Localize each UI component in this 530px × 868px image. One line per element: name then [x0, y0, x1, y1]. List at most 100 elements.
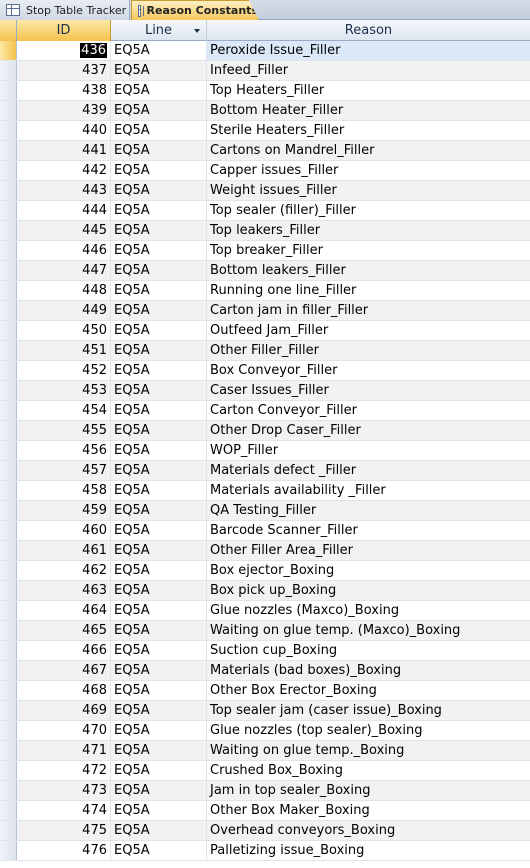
cell-id[interactable]: 441 [17, 141, 111, 160]
row-selector[interactable] [0, 661, 17, 680]
cell-reason[interactable]: QA Testing_Filler [207, 501, 530, 520]
cell-line[interactable]: EQ5A [111, 441, 207, 460]
table-row[interactable]: 453 EQ5A Caser Issues_Filler [0, 381, 530, 401]
cell-line[interactable]: EQ5A [111, 161, 207, 180]
cell-id[interactable]: 460 [17, 521, 111, 540]
row-selector[interactable] [0, 321, 17, 340]
cell-line[interactable]: EQ5A [111, 141, 207, 160]
cell-line[interactable]: EQ5A [111, 681, 207, 700]
cell-id[interactable]: 444 [17, 201, 111, 220]
cell-reason[interactable]: WOP_Filler [207, 441, 530, 460]
cell-id[interactable]: 443 [17, 181, 111, 200]
row-selector[interactable] [0, 161, 17, 180]
cell-reason[interactable]: Top sealer jam (caser issue)_Boxing [207, 701, 530, 720]
row-selector[interactable] [0, 701, 17, 720]
table-row[interactable]: 440 EQ5A Sterile Heaters_Filler [0, 121, 530, 141]
row-selector[interactable] [0, 621, 17, 640]
column-header-id[interactable]: ID [17, 20, 111, 41]
table-row[interactable]: 470 EQ5A Glue nozzles (top sealer)_Boxing [0, 721, 530, 741]
cell-line[interactable]: EQ5A [111, 41, 207, 60]
row-selector[interactable] [0, 541, 17, 560]
table-row[interactable]: 464 EQ5A Glue nozzles (Maxco)_Boxing [0, 601, 530, 621]
cell-id[interactable]: 451 [17, 341, 111, 360]
cell-id[interactable]: 438 [17, 81, 111, 100]
tab-stop-table-tracker[interactable]: Stop Table Tracker [0, 0, 130, 20]
row-selector[interactable] [0, 101, 17, 120]
row-selector[interactable] [0, 381, 17, 400]
column-header-reason[interactable]: Reason [207, 20, 530, 41]
cell-reason[interactable]: Glue nozzles (top sealer)_Boxing [207, 721, 530, 740]
table-row[interactable]: 466 EQ5A Suction cup_Boxing [0, 641, 530, 661]
cell-id[interactable]: 452 [17, 361, 111, 380]
cell-line[interactable]: EQ5A [111, 181, 207, 200]
cell-id[interactable]: 448 [17, 281, 111, 300]
row-selector[interactable] [0, 521, 17, 540]
cell-line[interactable]: EQ5A [111, 281, 207, 300]
table-row[interactable]: 465 EQ5A Waiting on glue temp. (Maxco)_Box… [0, 621, 530, 641]
row-selector[interactable] [0, 421, 17, 440]
cell-id[interactable]: 457 [17, 461, 111, 480]
table-row[interactable]: 476 EQ5A Palletizing issue_Boxing [0, 841, 530, 861]
cell-line[interactable]: EQ5A [111, 821, 207, 840]
cell-id[interactable]: 472 [17, 761, 111, 780]
row-selector[interactable] [0, 41, 17, 60]
cell-line[interactable]: EQ5A [111, 241, 207, 260]
cell-line[interactable]: EQ5A [111, 581, 207, 600]
cell-id[interactable]: 445 [17, 221, 111, 240]
cell-line[interactable]: EQ5A [111, 841, 207, 860]
table-row[interactable]: 449 EQ5A Carton jam in filler_Filler [0, 301, 530, 321]
table-row[interactable]: 463 EQ5A Box pick up_Boxing [0, 581, 530, 601]
table-row[interactable]: 460 EQ5A Barcode Scanner_Filler [0, 521, 530, 541]
cell-reason[interactable]: Waiting on glue temp._Boxing [207, 741, 530, 760]
cell-id[interactable]: 476 [17, 841, 111, 860]
cell-line[interactable]: EQ5A [111, 621, 207, 640]
cell-line[interactable]: EQ5A [111, 301, 207, 320]
cell-line[interactable]: EQ5A [111, 741, 207, 760]
cell-line[interactable]: EQ5A [111, 361, 207, 380]
cell-reason[interactable]: Box ejector_Boxing [207, 561, 530, 580]
cell-reason[interactable]: Waiting on glue temp. (Maxco)_Boxing [207, 621, 530, 640]
cell-id[interactable]: 455 [17, 421, 111, 440]
cell-id[interactable]: 453 [17, 381, 111, 400]
cell-reason[interactable]: Peroxide Issue_Filler [207, 41, 530, 60]
row-selector[interactable] [0, 681, 17, 700]
row-selector[interactable] [0, 221, 17, 240]
cell-reason[interactable]: Other Box Erector_Boxing [207, 681, 530, 700]
row-selector[interactable] [0, 341, 17, 360]
cell-line[interactable]: EQ5A [111, 81, 207, 100]
table-row[interactable]: 443 EQ5A Weight issues_Filler [0, 181, 530, 201]
table-row[interactable]: 471 EQ5A Waiting on glue temp._Boxing [0, 741, 530, 761]
cell-line[interactable]: EQ5A [111, 721, 207, 740]
cell-reason[interactable]: Other Filler_Filler [207, 341, 530, 360]
cell-reason[interactable]: Jam in top sealer_Boxing [207, 781, 530, 800]
table-row[interactable]: 474 EQ5A Other Box Maker_Boxing [0, 801, 530, 821]
cell-reason[interactable]: Palletizing issue_Boxing [207, 841, 530, 860]
cell-id[interactable]: 437 [17, 61, 111, 80]
cell-reason[interactable]: Top sealer (filler)_Filler [207, 201, 530, 220]
table-row[interactable]: 457 EQ5A Materials defect _Filler [0, 461, 530, 481]
table-row[interactable]: 451 EQ5A Other Filler_Filler [0, 341, 530, 361]
cell-reason[interactable]: Other Filler Area_Filler [207, 541, 530, 560]
cell-id[interactable]: 442 [17, 161, 111, 180]
row-selector[interactable] [0, 81, 17, 100]
cell-reason[interactable]: Carton Conveyor_Filler [207, 401, 530, 420]
cell-reason[interactable]: Barcode Scanner_Filler [207, 521, 530, 540]
cell-line[interactable]: EQ5A [111, 381, 207, 400]
cell-line[interactable]: EQ5A [111, 561, 207, 580]
table-row[interactable]: 462 EQ5A Box ejector_Boxing [0, 561, 530, 581]
cell-reason[interactable]: Top breaker_Filler [207, 241, 530, 260]
cell-reason[interactable]: Other Box Maker_Boxing [207, 801, 530, 820]
cell-id[interactable]: 462 [17, 561, 111, 580]
cell-line[interactable]: EQ5A [111, 601, 207, 620]
row-selector[interactable] [0, 241, 17, 260]
row-selector[interactable] [0, 281, 17, 300]
row-selector[interactable] [0, 301, 17, 320]
table-row[interactable]: 442 EQ5A Capper issues_Filler [0, 161, 530, 181]
table-row[interactable]: 468 EQ5A Other Box Erector_Boxing [0, 681, 530, 701]
table-row[interactable]: 472 EQ5A Crushed Box_Boxing [0, 761, 530, 781]
cell-line[interactable]: EQ5A [111, 481, 207, 500]
row-selector[interactable] [0, 441, 17, 460]
row-selector[interactable] [0, 781, 17, 800]
cell-reason[interactable]: Cartons on Mandrel_Filler [207, 141, 530, 160]
cell-reason[interactable]: Weight issues_Filler [207, 181, 530, 200]
